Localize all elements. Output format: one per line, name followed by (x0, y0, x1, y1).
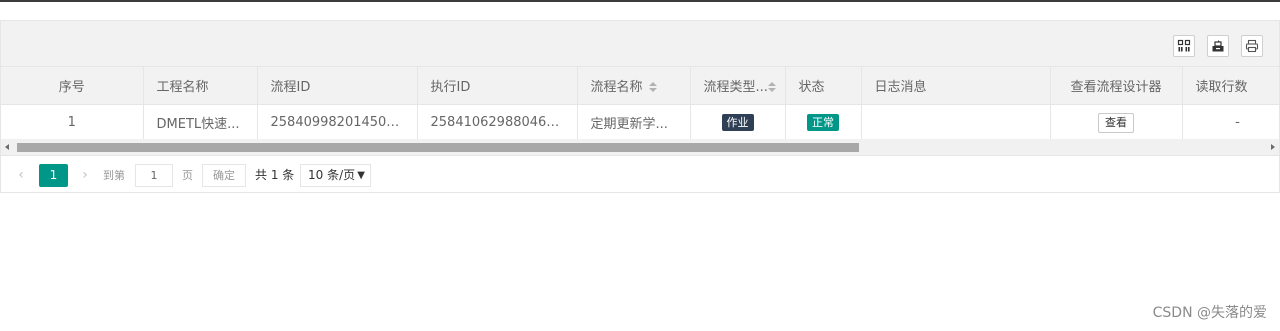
column-header-log-message: 日志消息 (861, 67, 1051, 105)
cell-exec-id: 25841062988046336 (417, 104, 578, 142)
column-header-flow-id: 流程ID (257, 67, 418, 105)
goto-label: 到第 (103, 169, 125, 182)
pagination-bar: ‹ 1 › 到第 1 页 确定 共 1 条 10 条/页 ▼ (1, 155, 1279, 193)
data-table-panel: 序号 工程名称 流程ID 执行ID 流程名称 流程类型... 状态 日志消息 查… (0, 20, 1280, 193)
column-header-index: 序号 (1, 67, 144, 105)
view-designer-button[interactable]: 查看 (1098, 112, 1134, 133)
prev-page-icon[interactable]: ‹ (11, 164, 31, 186)
columns-filter-button[interactable] (1173, 35, 1195, 57)
cell-status: 正常 (785, 104, 862, 142)
watermark: CSDN @失落的爱 (1152, 305, 1267, 321)
print-button[interactable] (1241, 35, 1263, 57)
next-page-icon[interactable]: › (75, 164, 95, 186)
column-header-project-name: 工程名称 (143, 67, 258, 105)
print-icon (1245, 39, 1259, 53)
cell-flow-name: 定期更新学... (577, 104, 691, 142)
cell-log-message (861, 104, 1051, 142)
column-header-flow-type[interactable]: 流程类型... (690, 67, 786, 105)
table-toolbar (1, 21, 1279, 67)
goto-confirm-button[interactable]: 确定 (202, 164, 246, 187)
page-size-select[interactable]: 10 条/页 ▼ (300, 164, 371, 187)
page-number-input[interactable]: 1 (135, 164, 173, 187)
cell-flow-id: 25840998201450497 (257, 104, 418, 142)
cell-read-rows: - (1182, 104, 1279, 142)
flow-type-badge: 作业 (721, 114, 754, 131)
column-header-flow-name[interactable]: 流程名称 (577, 67, 691, 105)
table-row[interactable]: 1 DMETL快速... 25840998201450497 258410629… (1, 104, 1279, 142)
column-header-read-rows: 读取行数 (1182, 67, 1279, 105)
column-header-status: 状态 (785, 67, 862, 105)
sort-icon[interactable] (767, 82, 776, 93)
scroll-left-icon[interactable] (5, 144, 9, 150)
cell-project-name: DMETL快速... (143, 104, 258, 142)
scroll-thumb[interactable] (17, 143, 859, 152)
process-table: 序号 工程名称 流程ID 执行ID 流程名称 流程类型... 状态 日志消息 查… (1, 67, 1279, 142)
export-icon (1211, 39, 1225, 53)
status-badge: 正常 (807, 114, 839, 131)
sort-icon[interactable] (648, 82, 657, 93)
horizontal-scrollbar[interactable] (1, 139, 1279, 155)
cell-flow-type: 作业 (690, 104, 786, 142)
top-divider (0, 0, 1280, 2)
chevron-down-icon: ▼ (357, 170, 365, 181)
column-header-view-designer: 查看流程设计器 (1050, 67, 1183, 105)
total-count: 共 1 条 (255, 168, 295, 182)
page-button-current[interactable]: 1 (39, 164, 68, 187)
table-header-row: 序号 工程名称 流程ID 执行ID 流程名称 流程类型... 状态 日志消息 查… (1, 67, 1279, 105)
page-size-value: 10 条/页 (308, 168, 356, 182)
cell-index: 1 (1, 104, 144, 142)
cell-view-designer: 查看 (1050, 104, 1183, 142)
column-header-exec-id: 执行ID (417, 67, 578, 105)
export-button[interactable] (1207, 35, 1229, 57)
columns-filter-icon (1177, 39, 1191, 53)
scroll-right-icon[interactable] (1271, 144, 1275, 150)
page-unit-label: 页 (182, 169, 193, 182)
